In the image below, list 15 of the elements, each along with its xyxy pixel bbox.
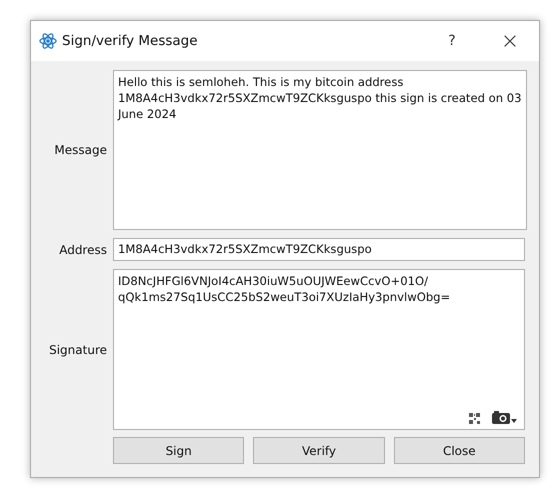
signature-field[interactable]: ID8NcJHFGl6VNJoI4cAH30iuW5uOUJWEewCcvO+01O/ qQk1ms27Sq1UsCC25bS2weuT3oi7XUzIaHy3pnvlwObg= (113, 269, 525, 430)
camera-icon[interactable] (492, 411, 518, 424)
close-button[interactable]: × (481, 21, 539, 61)
message-field[interactable]: Hello this is semloheh. This is my bitcoin address 1M8A4cH3vdkx72r5SXZmcwT9ZCKksguspo this sign is created on 03 June 2024 (113, 70, 527, 230)
address-field[interactable]: 1M8A4cH3vdkx72r5SXZmcwT9ZCKksguspo (113, 238, 525, 261)
window-title: Sign/verify Message (62, 33, 199, 49)
message-label: Message (53, 143, 108, 157)
atom-icon (39, 32, 57, 50)
dialog-button[interactable]: Sign (113, 437, 244, 464)
address-label: Address (58, 242, 108, 256)
qr-code-icon[interactable] (469, 413, 480, 424)
dialog-button[interactable]: Close (394, 437, 525, 464)
dialog-button[interactable]: Verify (253, 437, 385, 464)
help-button[interactable]: ? (423, 21, 481, 61)
signature-label: Signature (48, 342, 108, 356)
